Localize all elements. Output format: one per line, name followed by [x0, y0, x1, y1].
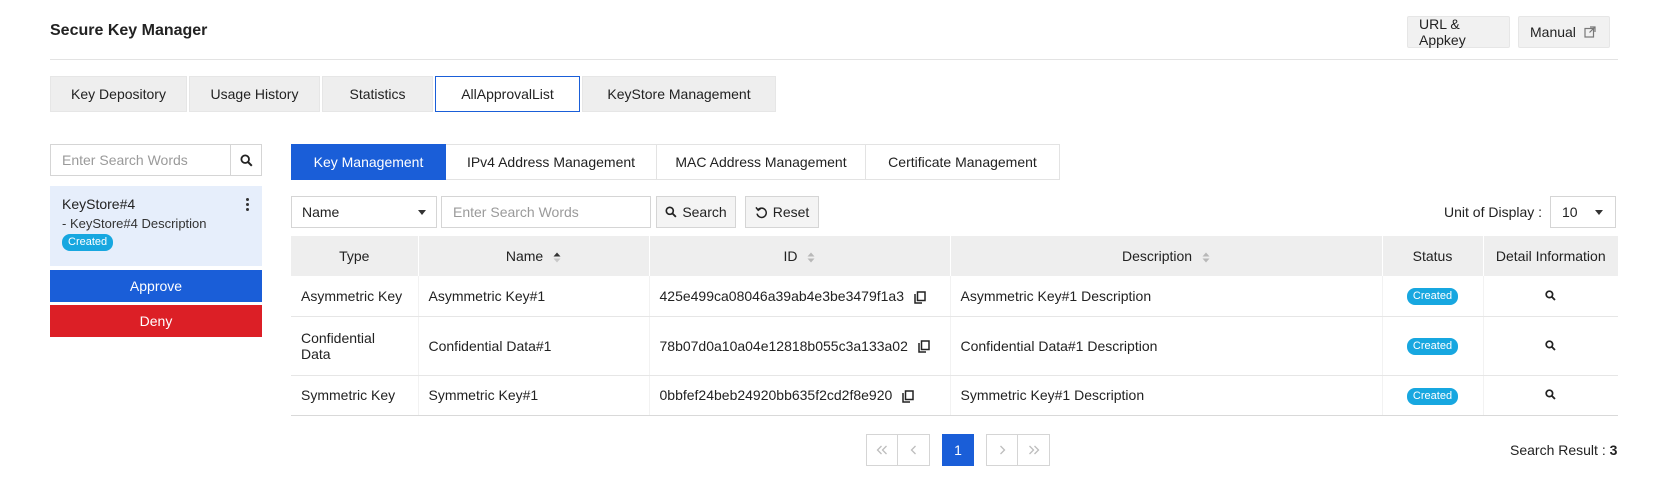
cell-name: Confidential Data#1 — [417, 316, 649, 376]
table-row[interactable]: Symmetric Key Symmetric Key#1 0bbfef24be… — [291, 375, 1618, 416]
cell-status: Created — [1381, 276, 1483, 317]
keystore-name: KeyStore#4 — [62, 196, 136, 212]
cell-id: 425e499ca08046a39ab4e3be3479f1a3 — [648, 276, 950, 317]
sort-icon[interactable] — [807, 252, 815, 263]
double-chevron-left-icon — [876, 445, 887, 455]
search-input[interactable] — [441, 196, 651, 228]
search-result: Search Result : 3 — [1510, 442, 1617, 458]
cell-type: Asymmetric Key — [291, 276, 418, 317]
table-row[interactable]: Confidential Data Confidential Data#1 78… — [291, 316, 1618, 376]
main-tabs: Key Depository Usage History Statistics … — [50, 76, 778, 112]
sort-icon[interactable] — [1202, 252, 1210, 263]
chevron-down-icon — [1595, 209, 1603, 215]
page-number-button[interactable]: 1 — [942, 434, 974, 466]
keystore-search-input[interactable] — [50, 144, 230, 176]
cell-status: Created — [1381, 316, 1483, 376]
column-header-id[interactable]: ID — [648, 236, 950, 276]
search-result-count: 3 — [1609, 442, 1618, 458]
tab-certificate-management[interactable]: Certificate Management — [866, 144, 1060, 180]
manual-button-label: Manual — [1530, 24, 1576, 40]
status-badge: Created — [62, 234, 114, 251]
status-badge: Created — [1406, 338, 1459, 355]
keystore-search — [50, 144, 262, 176]
search-result-label: Search Result : — [1510, 442, 1606, 458]
search-icon[interactable] — [1545, 290, 1556, 301]
column-header-name[interactable]: Name — [417, 236, 649, 276]
tab-mac-address-management[interactable]: MAC Address Management — [657, 144, 866, 180]
tab-usage-history[interactable]: Usage History — [189, 76, 320, 112]
tab-key-management[interactable]: Key Management — [291, 144, 446, 180]
reset-button[interactable]: Reset — [745, 196, 819, 228]
unit-of-display-value: 10 — [1562, 204, 1578, 220]
page-header: Secure Key Manager URL & Appkey Manual — [50, 12, 1618, 60]
copy-icon[interactable] — [914, 290, 926, 304]
reset-icon — [755, 206, 767, 218]
search-field-select[interactable]: Name — [291, 196, 437, 228]
prev-page-button[interactable] — [898, 434, 930, 466]
cell-description: Asymmetric Key#1 Description — [949, 276, 1382, 317]
kebab-menu-icon[interactable] — [246, 198, 250, 213]
search-button-label: Search — [682, 204, 727, 220]
chevron-right-icon — [999, 445, 1005, 455]
cell-id: 78b07d0a10a04e12818b055c3a133a02 — [648, 316, 950, 376]
cell-detail — [1482, 276, 1618, 317]
cell-type: Symmetric Key — [291, 375, 418, 416]
chevron-down-icon — [418, 209, 426, 215]
page-title: Secure Key Manager — [50, 22, 208, 39]
table-header-row: Type Name ID Description Status Detail I… — [291, 236, 1618, 276]
cell-detail — [1482, 375, 1618, 416]
column-header-type: Type — [291, 236, 418, 276]
search-button[interactable]: Search — [656, 196, 736, 228]
table-row[interactable]: Asymmetric Key Asymmetric Key#1 425e499c… — [291, 276, 1618, 317]
unit-of-display-select[interactable]: 10 — [1550, 196, 1616, 228]
keystore-panel: KeyStore#4 - KeyStore#4 Description Crea… — [50, 144, 262, 337]
column-header-status: Status — [1381, 236, 1483, 276]
unit-of-display-label: Unit of Display : — [1444, 204, 1543, 220]
tab-ipv4-address-management[interactable]: IPv4 Address Management — [446, 144, 657, 180]
search-icon[interactable] — [1545, 339, 1556, 351]
double-chevron-right-icon — [1028, 445, 1039, 455]
status-badge: Created — [1406, 288, 1459, 306]
cell-description: Symmetric Key#1 Description — [949, 375, 1382, 416]
sub-tabs: Key Management IPv4 Address Management M… — [291, 144, 1060, 180]
cell-name: Symmetric Key#1 — [417, 375, 649, 416]
key-table: Type Name ID Description Status Detail I… — [291, 236, 1618, 416]
search-icon[interactable] — [1545, 389, 1556, 400]
first-page-button[interactable] — [866, 434, 898, 466]
search-icon — [665, 206, 677, 218]
manual-button[interactable]: Manual — [1518, 16, 1610, 48]
chevron-left-icon — [910, 445, 916, 455]
pagination: 1 — [866, 434, 1050, 466]
tab-key-depository[interactable]: Key Depository — [50, 76, 187, 112]
cell-type: Confidential Data — [291, 316, 418, 376]
tab-keystore-management[interactable]: KeyStore Management — [582, 76, 776, 112]
last-page-button[interactable] — [1018, 434, 1050, 466]
column-header-description[interactable]: Description — [949, 236, 1382, 276]
search-icon — [239, 153, 253, 167]
column-header-detail-information: Detail Information — [1482, 236, 1618, 276]
filter-bar: Name Search Reset Unit of Display : 10 — [291, 196, 1618, 228]
keystore-description: - KeyStore#4 Description — [62, 216, 207, 231]
copy-icon[interactable] — [918, 340, 930, 354]
cell-detail — [1482, 316, 1618, 376]
deny-button[interactable]: Deny — [50, 305, 262, 337]
copy-icon[interactable] — [902, 390, 914, 403]
sort-ascending-icon[interactable] — [553, 252, 561, 263]
tab-all-approval-list[interactable]: AllApprovalList — [435, 76, 580, 112]
keystore-search-button[interactable] — [230, 144, 262, 176]
cell-name: Asymmetric Key#1 — [417, 276, 649, 317]
cell-id: 0bbfef24beb24920bb635f2cd2f8e920 — [648, 375, 950, 416]
status-badge: Created — [1406, 387, 1459, 405]
search-field-value: Name — [302, 204, 340, 220]
tab-statistics[interactable]: Statistics — [322, 76, 433, 112]
cell-status: Created — [1381, 375, 1483, 416]
next-page-button[interactable] — [986, 434, 1018, 466]
reset-button-label: Reset — [772, 204, 810, 220]
approve-button[interactable]: Approve — [50, 270, 262, 302]
url-appkey-button[interactable]: URL & Appkey — [1407, 16, 1510, 48]
external-link-icon — [1584, 26, 1596, 38]
cell-description: Confidential Data#1 Description — [949, 316, 1382, 376]
keystore-card[interactable]: KeyStore#4 - KeyStore#4 Description Crea… — [50, 186, 262, 266]
